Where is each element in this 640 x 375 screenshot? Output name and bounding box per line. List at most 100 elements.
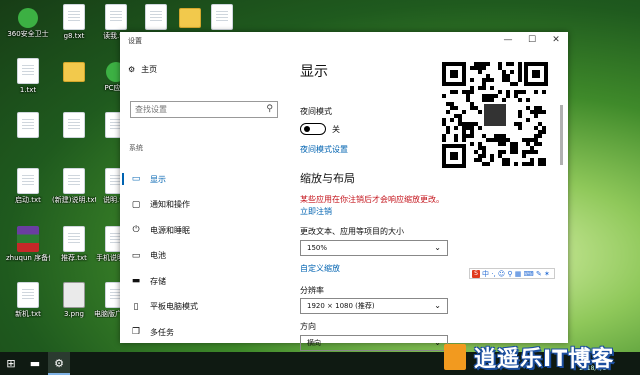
qr-module (470, 66, 474, 70)
qr-module (462, 126, 466, 130)
qr-module (498, 154, 502, 158)
qr-module (490, 154, 494, 158)
qr-module (458, 114, 462, 118)
ime-toolbar[interactable]: S 中 ·, ☺ ⚲ ▦ ⌨ ✎ ✶ (469, 268, 555, 279)
desktop-icon-label: 1.txt (19, 86, 37, 94)
sidebar-item-notification[interactable]: ▢ 通知和操作 (120, 196, 286, 214)
desktop-icon[interactable] (200, 4, 244, 32)
desktop-icon[interactable]: (新建)说明.txt (52, 168, 96, 204)
qr-module (486, 138, 490, 142)
start-button[interactable]: ⊞ (0, 352, 22, 375)
night-mode-state: 关 (332, 125, 340, 134)
home-link[interactable]: ⚙ 主页 (128, 64, 157, 75)
qr-module (526, 138, 530, 142)
desktop-icon[interactable]: 360安全卫士 (6, 4, 50, 38)
night-mode-toggle[interactable] (300, 123, 326, 135)
qr-module (526, 106, 530, 110)
qr-module (466, 122, 470, 126)
doc-file-icon (63, 168, 85, 194)
qr-module (466, 94, 470, 98)
qr-module (502, 158, 506, 162)
qr-module (450, 152, 458, 160)
qr-module (498, 62, 502, 66)
qr-module (490, 94, 494, 98)
qr-module (510, 150, 514, 154)
sidebar-item-label: 平板电脑模式 (150, 302, 198, 311)
qr-module (502, 142, 506, 146)
qr-module (494, 138, 498, 142)
qr-module (450, 106, 454, 110)
desktop-icon[interactable]: g8.txt (52, 4, 96, 40)
desktop-icon[interactable]: 启动.txt (6, 168, 50, 204)
sidebar-item-multitask[interactable]: ❐ 多任务 (120, 323, 286, 341)
settings-taskbar-icon[interactable]: ⚙ (48, 352, 70, 375)
qr-module (442, 144, 466, 148)
qr-module (506, 74, 510, 78)
qr-module (538, 122, 542, 126)
qr-module (498, 142, 502, 146)
minimize-button[interactable]: — (496, 32, 520, 49)
power-icon: ⏻ (132, 225, 140, 235)
desktop-icon[interactable] (6, 112, 50, 140)
qr-module (470, 126, 474, 130)
sign-out-link[interactable]: 立即注销 (300, 206, 332, 217)
qr-module (532, 70, 540, 78)
desktop-icon-label: 推荐.txt (61, 254, 87, 262)
qr-module (510, 82, 514, 86)
close-button[interactable]: ✕ (544, 32, 568, 49)
qr-module (482, 146, 486, 150)
qr-module (514, 94, 518, 98)
orientation-dropdown[interactable]: 横向 ⌄ (300, 335, 448, 351)
qr-module (474, 150, 478, 154)
maximize-button[interactable]: ☐ (520, 32, 544, 49)
scale-value: 150% (307, 244, 328, 252)
desktop-icon[interactable]: 3.png (52, 282, 96, 318)
file-explorer-icon[interactable]: ▬ (24, 352, 46, 375)
desktop-icon[interactable]: zhuqun 序备份.rar (6, 226, 50, 262)
qr-module (454, 106, 458, 110)
desktop-icon[interactable] (52, 112, 96, 140)
scale-dropdown[interactable]: 150% ⌄ (300, 240, 448, 256)
qr-module (486, 74, 490, 78)
qr-module (498, 138, 502, 142)
desktop-icon[interactable] (52, 58, 96, 84)
resolution-dropdown[interactable]: 1920 × 1080 (推荐) ⌄ (300, 298, 448, 314)
qr-module (534, 142, 538, 146)
doc-file-icon (63, 226, 85, 252)
qr-module (518, 70, 522, 74)
desktop-icon[interactable]: 推荐.txt (52, 226, 96, 262)
qr-module (442, 94, 446, 98)
window-controls: — ☐ ✕ (496, 32, 568, 49)
search-icon[interactable]: ⚲ (266, 104, 273, 114)
qr-module (474, 62, 478, 66)
desktop-icon[interactable]: 新机.txt (6, 282, 50, 318)
qr-module (482, 86, 486, 90)
qr-module (454, 138, 458, 142)
qr-module (442, 138, 446, 142)
title-bar[interactable]: 设置 — ☐ ✕ (120, 32, 568, 49)
doc-file-icon (211, 4, 233, 30)
sidebar-item-monitor[interactable]: ▭ 显示 (120, 170, 286, 188)
qr-module (470, 90, 474, 94)
sidebar-item-battery[interactable]: ▭ 电池 (120, 247, 286, 265)
night-mode-settings-link[interactable]: 夜间模式设置 (300, 144, 348, 155)
qr-module (502, 162, 506, 166)
search-input[interactable] (131, 102, 255, 117)
content-scrollbar[interactable] (560, 105, 563, 165)
search-box[interactable]: ⚲ (130, 101, 278, 118)
qr-module (502, 70, 506, 74)
sidebar-item-storage[interactable]: ▬ 存储 (120, 272, 286, 290)
qr-module (462, 122, 466, 126)
sidebar-item-tablet[interactable]: ▯ 平板电脑模式 (120, 298, 286, 316)
qr-module (506, 94, 510, 98)
custom-scale-link[interactable]: 自定义缩放 (300, 263, 340, 274)
storage-icon: ▬ (131, 276, 141, 286)
qr-module (458, 122, 462, 126)
qr-module (530, 162, 534, 166)
desktop-icon[interactable]: 1.txt (6, 58, 50, 94)
multitask-icon: ❐ (131, 327, 141, 337)
ime-tools[interactable]: 中 ·, ☺ ⚲ ▦ ⌨ ✎ ✶ (482, 269, 550, 279)
sidebar-item-power[interactable]: ⏻ 电源和睡眠 (120, 221, 286, 239)
qr-module (522, 162, 526, 166)
desktop-icon-label: g8.txt (63, 32, 85, 40)
